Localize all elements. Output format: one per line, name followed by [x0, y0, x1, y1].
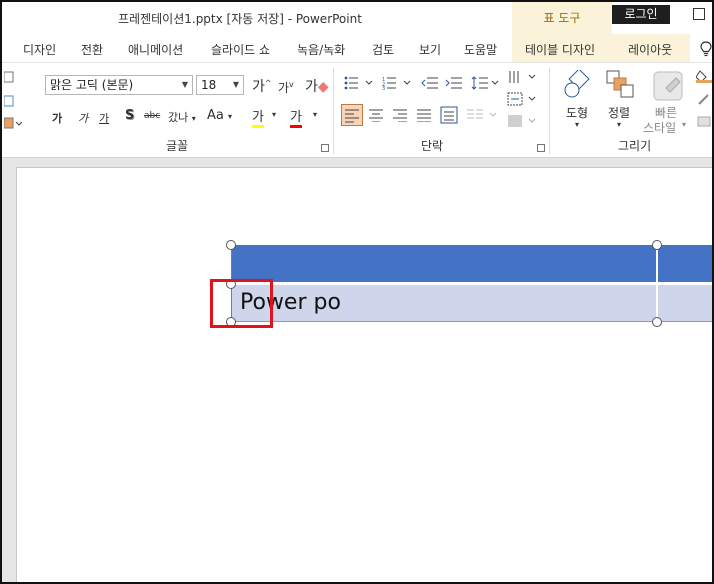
arrange-button[interactable]: 정렬 — [608, 104, 630, 121]
chevron-down-icon[interactable]: ▾ — [575, 120, 579, 129]
tab-slideshow[interactable]: 슬라이드 쇼 — [211, 41, 270, 58]
font-name-select[interactable]: 맑은 고딕 (본문) ▼ — [45, 75, 193, 95]
font-size-value: 18 — [201, 78, 217, 92]
tab-record[interactable]: 녹음/녹화 — [297, 41, 345, 58]
section-icon[interactable] — [4, 116, 22, 130]
decrease-indent-icon[interactable] — [421, 76, 439, 90]
table-header-row[interactable] — [231, 245, 712, 282]
tab-view[interactable]: 보기 — [419, 41, 441, 58]
tab-animations[interactable]: 애니메이션 — [128, 41, 183, 58]
window-title: 프레젠테이션1.pptx [자동 저장] - PowerPoint — [118, 12, 362, 26]
clear-format-button[interactable]: 가◆ — [305, 76, 329, 96]
table-column-divider[interactable] — [656, 245, 658, 322]
resize-handle-top-left[interactable] — [226, 240, 236, 250]
font-name-value: 맑은 고딕 (본문) — [50, 78, 134, 92]
restore-window-icon[interactable] — [693, 8, 705, 20]
shape-outline-icon[interactable] — [696, 92, 714, 106]
paragraph-group-label: 단락 — [421, 139, 444, 153]
paragraph-dialog-launcher[interactable] — [537, 144, 545, 152]
clear-format-icon: 가 — [305, 79, 318, 95]
bullets-icon[interactable] — [344, 76, 374, 90]
align-left-button[interactable] — [341, 104, 363, 126]
ribbon-tabs: 디자인 전환 애니메이션 슬라이드 쇼 녹음/녹화 검토 보기 도움말 테이블 … — [2, 34, 712, 62]
tab-help[interactable]: 도움말 — [464, 41, 497, 58]
font-color-button[interactable]: 가 — [290, 106, 302, 128]
table-tools-label: 표 도구 — [543, 11, 581, 25]
bold-button[interactable]: 가 — [52, 110, 62, 126]
quick-styles-icon[interactable] — [652, 70, 686, 102]
shape-fill-icon[interactable] — [696, 69, 714, 83]
shrink-font-icon: 가 — [278, 81, 290, 95]
tab-layout[interactable]: 레이아웃 — [628, 41, 672, 58]
text-direction-icon[interactable] — [507, 70, 537, 84]
chevron-down-icon: ▼ — [232, 80, 239, 89]
chevron-down-icon[interactable]: ▾ — [272, 110, 276, 119]
align-left-icon — [345, 109, 359, 123]
title-bar: 프레젠테이션1.pptx [자동 저장] - PowerPoint 표 도구 로… — [2, 2, 712, 34]
font-group-label: 글꼴 — [166, 139, 189, 153]
drawing-group-label: 그리기 — [618, 139, 652, 153]
chevron-down-icon: ▼ — [181, 80, 188, 89]
tab-transitions[interactable]: 전환 — [81, 41, 103, 58]
slide[interactable] — [16, 167, 712, 582]
lightbulb-icon[interactable] — [699, 41, 713, 57]
highlighter-icon: 가 — [252, 110, 264, 125]
shape-effects-icon[interactable] — [696, 114, 714, 128]
chevron-down-icon[interactable]: ▾ — [617, 120, 621, 129]
change-case-button[interactable]: Aa ▾ — [207, 108, 232, 123]
group-divider — [333, 68, 334, 154]
tab-design[interactable]: 디자인 — [23, 41, 56, 58]
smartart-icon[interactable] — [507, 114, 537, 128]
tab-table-design[interactable]: 테이블 디자인 — [525, 41, 595, 58]
login-button[interactable]: 로그인 — [612, 5, 670, 24]
reset-icon[interactable] — [4, 94, 14, 108]
powerpoint-window: 프레젠테이션1.pptx [자동 저장] - PowerPoint 표 도구 로… — [0, 0, 714, 584]
italic-button[interactable]: 가 — [78, 110, 88, 126]
font-dialog-launcher[interactable] — [321, 144, 329, 152]
numbering-icon[interactable]: 123 — [382, 76, 412, 90]
grow-font-icon: 가 — [252, 79, 265, 95]
svg-text:3: 3 — [382, 86, 385, 90]
shapes-button[interactable]: 도형 — [566, 104, 588, 121]
shadow-button[interactable]: S — [125, 108, 134, 123]
context-tab-header: 표 도구 — [512, 2, 612, 34]
align-right-icon[interactable] — [392, 108, 408, 122]
font-size-select[interactable]: 18 ▼ — [196, 75, 244, 95]
highlight-button[interactable]: 가 — [252, 106, 264, 128]
quick-styles-button[interactable]: 스타일 — [643, 119, 676, 136]
line-spacing-icon[interactable] — [471, 76, 499, 90]
resize-handle-bottom-mid[interactable] — [652, 317, 662, 327]
spacing-icon: 갔나 — [168, 111, 189, 124]
case-icon: Aa — [207, 108, 224, 123]
strikethrough-button[interactable]: abc — [144, 111, 160, 121]
chevron-down-icon[interactable]: ▾ — [313, 110, 317, 119]
chevron-down-icon[interactable]: ▾ — [682, 120, 686, 129]
increase-indent-icon[interactable] — [445, 76, 463, 90]
align-center-icon[interactable] — [368, 108, 384, 122]
resize-handle-top-mid[interactable] — [652, 240, 662, 250]
shapes-icon[interactable] — [562, 70, 594, 100]
underline-button[interactable]: 가 — [99, 110, 109, 126]
annotation-highlight-box — [210, 279, 273, 328]
font-color-icon: 가 — [290, 110, 302, 125]
shrink-font-button[interactable]: 가v — [278, 79, 294, 96]
tab-review[interactable]: 검토 — [372, 41, 394, 58]
group-divider — [549, 68, 550, 154]
layout-icon[interactable] — [4, 70, 14, 84]
grow-font-button[interactable]: 가^ — [252, 76, 272, 96]
columns-icon[interactable] — [466, 108, 500, 122]
arrange-icon[interactable] — [606, 70, 636, 100]
align-text-icon[interactable] — [507, 92, 537, 106]
character-spacing-button[interactable]: 갔나 ▾ — [168, 109, 196, 125]
justify-icon[interactable] — [416, 108, 432, 122]
distributed-icon[interactable] — [440, 106, 458, 124]
